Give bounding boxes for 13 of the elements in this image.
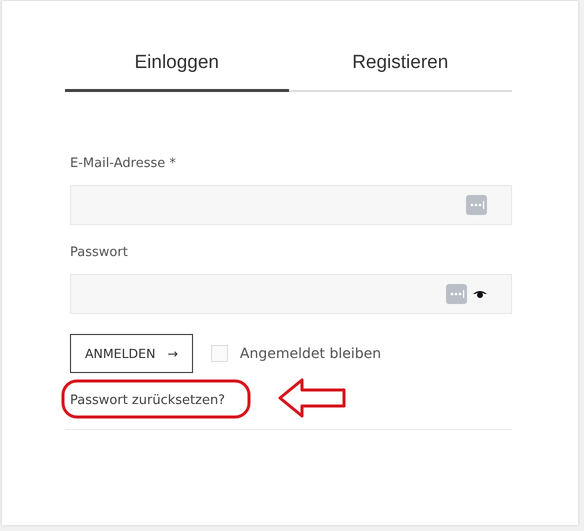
checkbox-label: Angemeldet bleiben (240, 346, 382, 362)
login-button[interactable]: ANMELDEN → (70, 334, 193, 373)
password-manager-icon[interactable] (446, 284, 467, 304)
arrow-annotation (278, 378, 348, 418)
password-field[interactable] (70, 274, 512, 314)
field-label: E-Mail-Adresse * (70, 156, 177, 171)
field-label: Passwort (70, 245, 129, 260)
checkbox[interactable] (210, 345, 228, 362)
tab[interactable]: Registieren (288, 46, 512, 92)
eye-icon[interactable] (473, 290, 487, 298)
tab[interactable]: Einloggen (65, 46, 288, 92)
password-manager-icon[interactable] (466, 195, 487, 215)
email-field[interactable] (70, 185, 512, 225)
